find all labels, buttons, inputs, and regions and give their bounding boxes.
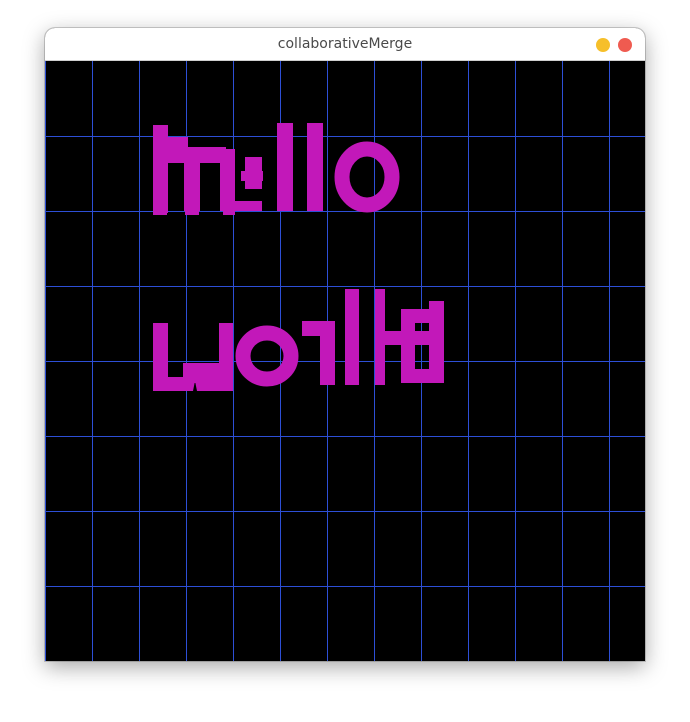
- glyph-l-2: [307, 123, 323, 211]
- drawing-canvas[interactable]: [45, 61, 645, 661]
- glyph-e: [220, 149, 263, 215]
- canvas-svg: [45, 61, 645, 661]
- window-title: collaborativeMerge: [277, 36, 413, 52]
- glyph-h: [153, 125, 226, 215]
- glyph-o: [334, 141, 400, 213]
- title-bar[interactable]: collaborativeMerge: [45, 28, 645, 61]
- app-window: collaborativeMerge: [45, 28, 645, 661]
- close-button[interactable]: [618, 38, 632, 52]
- glyph-d: [375, 289, 444, 385]
- minimize-button[interactable]: [596, 38, 610, 52]
- glyph-l-3: [345, 289, 359, 385]
- word-world: [153, 289, 444, 391]
- glyph-l-1: [277, 123, 293, 211]
- word-glyphs: [153, 123, 444, 391]
- glyph-r: [302, 321, 335, 385]
